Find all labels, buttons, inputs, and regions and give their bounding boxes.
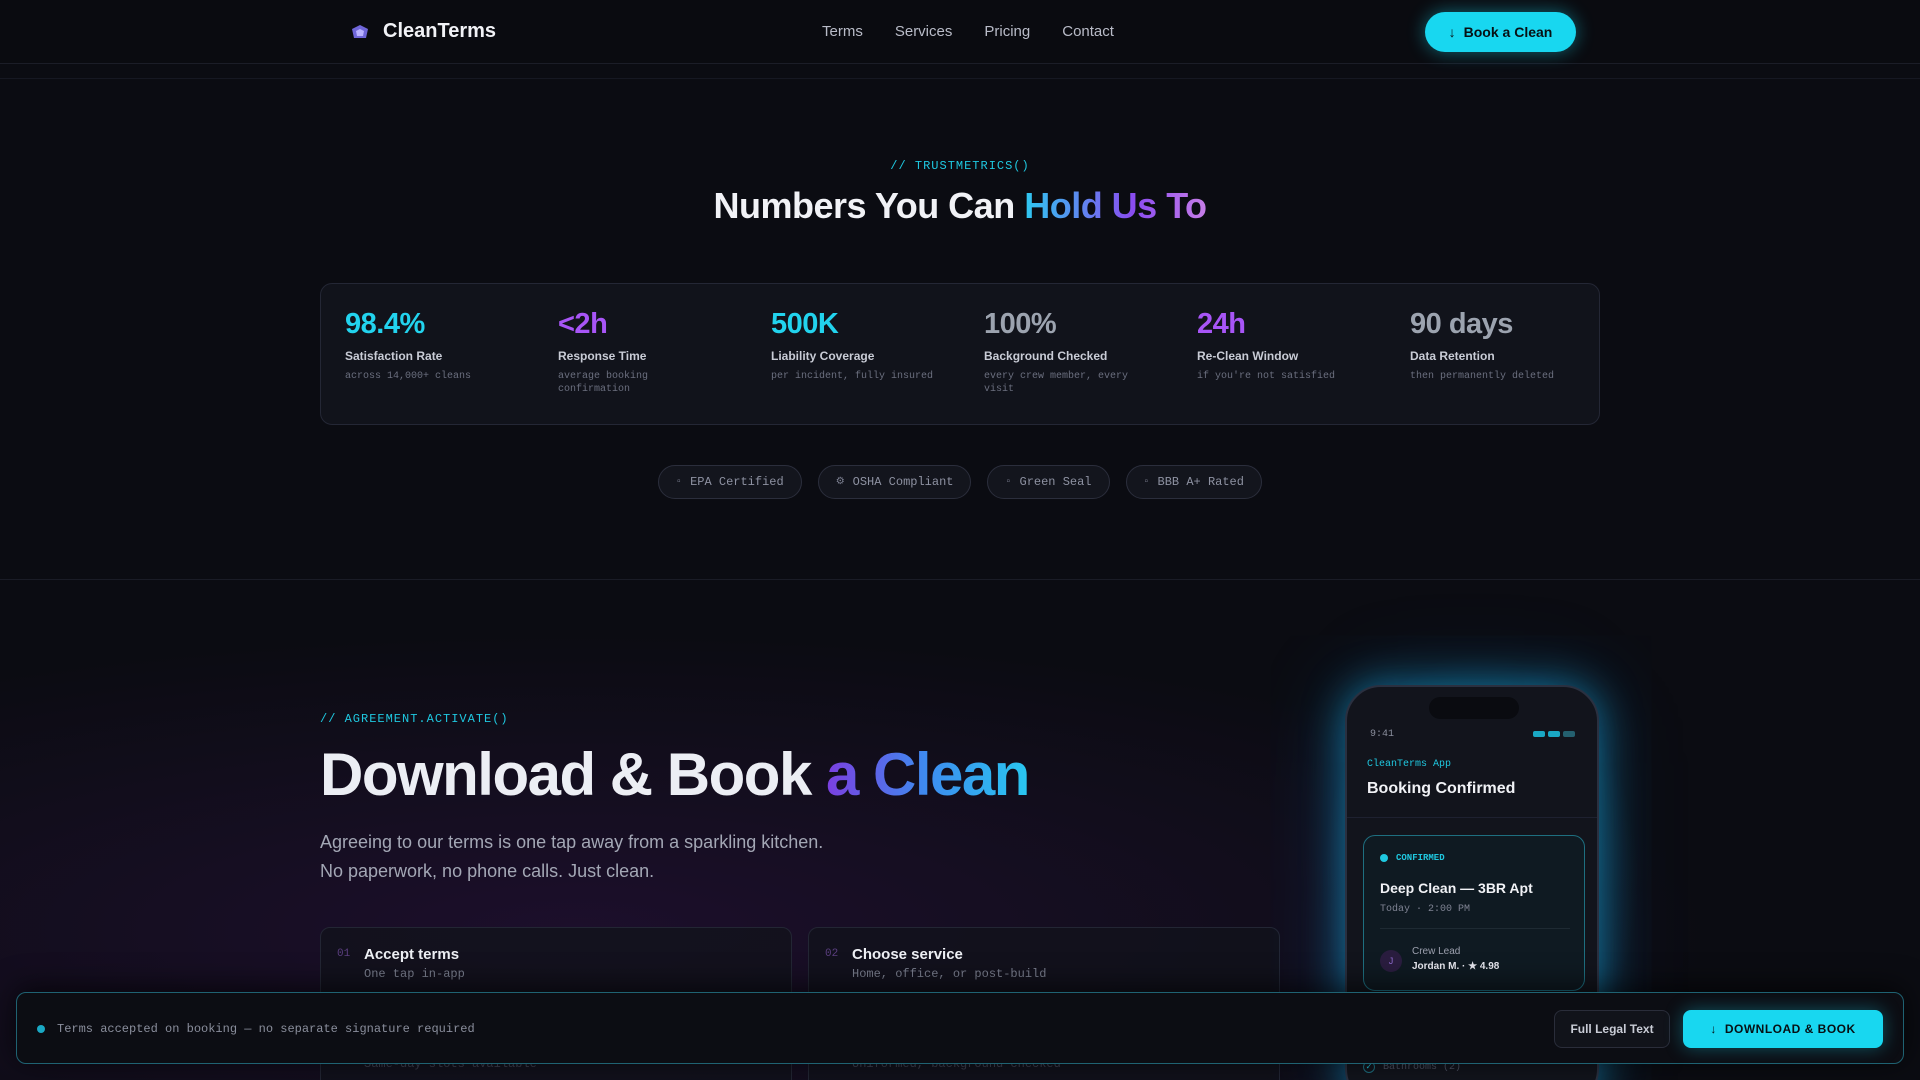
phone-time: 9:41 xyxy=(1370,729,1395,740)
stat-value: 24h xyxy=(1197,308,1246,340)
main-menu: Terms Services Pricing Contact xyxy=(822,23,1114,40)
stat-sub: every crew member, every visit xyxy=(984,371,1129,395)
stat-value: 100% xyxy=(984,308,1057,340)
download-eyebrow: // AGREEMENT.ACTIVATE() xyxy=(320,712,509,726)
signal-icon xyxy=(1533,731,1575,737)
lead-line-1: Agreeing to our terms is one tap away fr… xyxy=(320,832,824,852)
logo-icon xyxy=(352,24,368,38)
badge-label: BBB A+ Rated xyxy=(1157,475,1244,489)
brand-name: CleanTerms xyxy=(383,20,497,42)
phone-divider xyxy=(1347,817,1597,818)
nav-link-services[interactable]: Services xyxy=(895,23,953,40)
avatar: J xyxy=(1380,950,1402,972)
booking-time: Today · 2:00 PM xyxy=(1380,904,1471,915)
stat-value: 500K xyxy=(771,308,839,340)
badge-osha: ⚙ OSHA Compliant xyxy=(817,465,972,499)
stat-response-time: <2h Response Time average booking confir… xyxy=(558,308,758,396)
step-number: 02 xyxy=(825,948,839,960)
download-lead: Agreeing to our terms is one tap away fr… xyxy=(320,828,823,886)
booking-job: Deep Clean — 3BR Apt xyxy=(1380,880,1533,896)
trust-title: Numbers You Can Hold Us To xyxy=(0,185,1920,227)
stat-label: Satisfaction Rate xyxy=(345,349,443,363)
nav-link-contact[interactable]: Contact xyxy=(1062,23,1114,40)
stat-data-retention: 90 days Data Retention then permanently … xyxy=(1410,308,1610,384)
book-a-clean-label: Book a Clean xyxy=(1463,24,1553,40)
status-label: CONFIRMED xyxy=(1396,853,1445,863)
stat-value: 90 days xyxy=(1410,308,1513,340)
stat-sub: if you're not satisfied xyxy=(1197,371,1336,382)
stat-value: <2h xyxy=(558,308,608,340)
stats-card: 98.4% Satisfaction Rate across 14,000+ c… xyxy=(320,283,1600,425)
star-icon: ▫ xyxy=(1143,476,1150,488)
step-desc: Home, office, or post-build xyxy=(852,967,1047,981)
status-dot-icon xyxy=(37,1025,45,1033)
booking-status: CONFIRMED xyxy=(1380,853,1445,863)
stat-background-checked: 100% Background Checked every crew membe… xyxy=(984,308,1184,396)
badge-label: EPA Certified xyxy=(690,475,784,489)
brand[interactable]: CleanTerms xyxy=(349,20,496,43)
badge-label: Green Seal xyxy=(1019,475,1092,489)
status-dot-icon xyxy=(1380,854,1388,862)
download-and-book-label: DOWNLOAD & BOOK xyxy=(1724,1022,1856,1036)
crew-name: Jordan M. · ★ 4.98 xyxy=(1412,961,1500,972)
trust-title-highlight: Hold Us To xyxy=(1024,185,1207,226)
gear-icon: ⚙ xyxy=(835,477,845,488)
leaf-icon: ▫ xyxy=(676,476,683,488)
top-nav: CleanTerms Terms Services Pricing Contac… xyxy=(0,0,1920,79)
trust-eyebrow: // TRUSTMETRICS() xyxy=(890,159,1030,173)
stat-label: Data Retention xyxy=(1410,349,1495,363)
nav-link-terms[interactable]: Terms xyxy=(822,23,863,40)
step-title: Accept terms xyxy=(364,946,460,963)
trust-title-part1: Numbers You Can xyxy=(713,185,1025,226)
step-title: Choose service xyxy=(852,946,963,963)
certification-badges: ▫ EPA Certified ⚙ OSHA Compliant ▫ Green… xyxy=(0,465,1920,499)
stat-sub: per incident, fully insured xyxy=(771,371,934,382)
phone-screen-title: Booking Confirmed xyxy=(1367,780,1516,797)
badge-label: OSHA Compliant xyxy=(852,475,954,489)
stat-label: Re-Clean Window xyxy=(1197,349,1299,363)
arrow-down-icon: ↓ xyxy=(1448,24,1456,40)
seal-icon: ▫ xyxy=(1005,476,1012,488)
stat-sub: average booking confirmation xyxy=(558,371,649,395)
step-desc: One tap in-app xyxy=(364,967,465,981)
book-a-clean-button[interactable]: ↓ Book a Clean xyxy=(1425,12,1576,52)
step-number: 01 xyxy=(337,948,351,960)
stat-value: 98.4% xyxy=(345,308,425,340)
stat-reclean-window: 24h Re-Clean Window if you're not satisf… xyxy=(1197,308,1397,384)
stat-liability: 500K Liability Coverage per incident, fu… xyxy=(771,308,971,384)
booking-card: CONFIRMED Deep Clean — 3BR Apt Today · 2… xyxy=(1363,835,1585,991)
full-legal-text-button[interactable]: Full Legal Text xyxy=(1554,1010,1670,1048)
consent-bar: Terms accepted on booking — no separate … xyxy=(16,992,1904,1064)
stat-label: Background Checked xyxy=(984,349,1108,363)
lead-line-2: No paperwork, no phone calls. Just clean… xyxy=(320,861,655,881)
badge-epa: ▫ EPA Certified xyxy=(658,465,802,499)
badge-bbb: ▫ BBB A+ Rated xyxy=(1125,465,1262,499)
nav-link-pricing[interactable]: Pricing xyxy=(984,23,1030,40)
trust-metrics-section: // TRUSTMETRICS() Numbers You Can Hold U… xyxy=(0,79,1920,579)
stat-label: Response Time xyxy=(558,349,647,363)
download-title-highlight: a Clean xyxy=(825,741,1030,808)
badge-green-seal: ▫ Green Seal xyxy=(987,465,1110,499)
stat-sub: across 14,000+ cleans xyxy=(345,371,472,382)
arrow-down-icon: ↓ xyxy=(1710,1022,1717,1036)
stat-satisfaction: 98.4% Satisfaction Rate across 14,000+ c… xyxy=(345,308,545,384)
phone-notch xyxy=(1429,697,1519,719)
crew-label: Crew Lead xyxy=(1412,946,1461,957)
phone-app-name: CleanTerms App xyxy=(1367,759,1452,770)
download-title: Download & Book a Clean xyxy=(320,740,1030,809)
stat-sub: then permanently deleted xyxy=(1410,371,1555,382)
booking-divider xyxy=(1380,928,1570,929)
download-and-book-button[interactable]: ↓ DOWNLOAD & BOOK xyxy=(1683,1010,1883,1048)
consent-note: Terms accepted on booking — no separate … xyxy=(57,1022,475,1036)
download-title-part1: Download & Book xyxy=(320,741,826,808)
stat-label: Liability Coverage xyxy=(771,349,875,363)
